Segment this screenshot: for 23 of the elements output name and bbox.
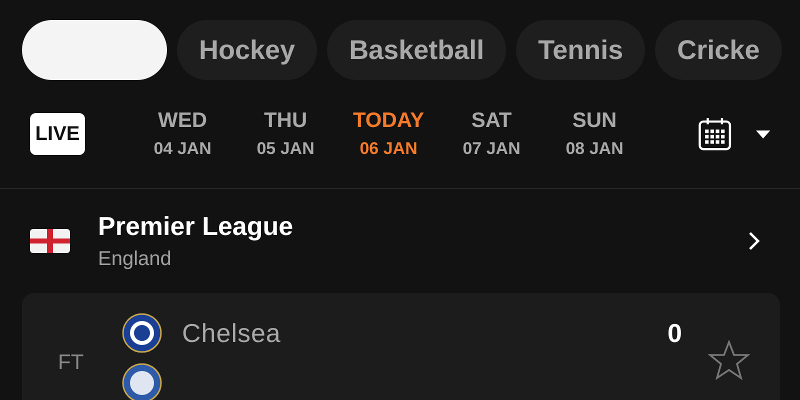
league-name: Premier League [98,211,294,242]
league-country: England [98,248,172,271]
day-tab[interactable]: TODAY 06 JAN [337,109,440,159]
crest-icon [122,313,162,353]
star-icon[interactable] [708,340,750,380]
day-tab[interactable]: SAT 07 JAN [440,109,544,159]
chevron-icon[interactable] [748,231,760,251]
live-button[interactable]: LIVE [30,113,86,155]
sport-tab[interactable]: Hockey [177,20,318,80]
sport-tab[interactable]: Cricke [655,20,782,80]
day-tab[interactable]: THU 05 JAN [234,109,338,159]
calendar-icon[interactable] [698,115,732,153]
day-tab[interactable]: SUN 08 JAN [543,109,646,159]
day-tab[interactable]: WED 04 JAN [131,109,234,159]
team-score: 0 [668,318,682,348]
caret-icon[interactable] [756,130,770,138]
crest-icon [122,363,162,400]
sport-tab[interactable]: Tennis [516,20,646,80]
match-status: FT [58,351,84,375]
sport-tab[interactable]: Basketball [327,20,506,80]
match-card[interactable]: FT Chelsea 0 [22,293,780,400]
team-name: Chelsea [182,318,282,348]
flag-icon [30,229,70,253]
